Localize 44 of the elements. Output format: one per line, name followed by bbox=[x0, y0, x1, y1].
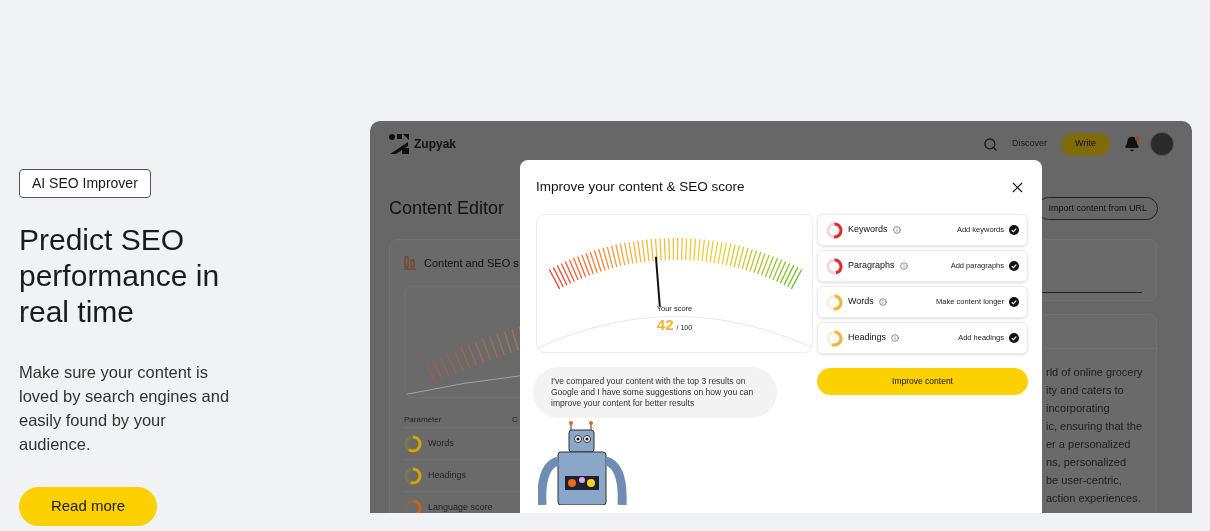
write-button[interactable]: Write bbox=[1061, 132, 1110, 156]
column-header: Parameter bbox=[404, 414, 443, 426]
progress-ring-icon bbox=[826, 329, 843, 347]
progress-ring-icon bbox=[826, 221, 843, 239]
progress-ring-icon bbox=[826, 257, 843, 275]
headline: Predict SEO performance in real time bbox=[19, 222, 221, 330]
article-text: be user-centric, bbox=[1046, 473, 1123, 488]
notification-bell-icon[interactable] bbox=[1124, 136, 1140, 152]
info-icon[interactable] bbox=[899, 262, 908, 270]
parameter-name: Headings bbox=[428, 468, 467, 482]
logo-icon bbox=[388, 133, 410, 155]
feature-badge: AI SEO Improver bbox=[19, 169, 151, 198]
article-text: er a personalized bbox=[1046, 437, 1132, 452]
avatar[interactable] bbox=[1150, 132, 1174, 156]
page-title: Content Editor bbox=[389, 197, 505, 220]
article-text: ity and caters to bbox=[1046, 383, 1125, 398]
info-icon[interactable] bbox=[878, 298, 887, 306]
article-text: ic, ensuring that the bbox=[1046, 419, 1143, 434]
improve-content-button[interactable]: Improve content bbox=[817, 368, 1028, 395]
article-text: ns, personalized bbox=[1046, 455, 1128, 470]
parameter-name: Language score bbox=[428, 500, 493, 513]
info-icon[interactable] bbox=[892, 226, 901, 234]
parameter-name: Paragraphs bbox=[848, 259, 895, 273]
article-text: action experiences. bbox=[1046, 491, 1142, 506]
description: Make sure your content is loved by search engines and easily found by your audience. bbox=[19, 362, 231, 455]
progress-ring-icon bbox=[404, 466, 422, 485]
score-value: 42 bbox=[656, 315, 674, 336]
card-title: Content and SEO s bbox=[424, 255, 519, 271]
parameter-name: Keywords bbox=[848, 223, 888, 237]
parameter-name: Words bbox=[428, 436, 454, 450]
chart-icon bbox=[404, 256, 416, 270]
search-icon[interactable] bbox=[983, 136, 998, 152]
read-more-button[interactable]: Read more bbox=[19, 487, 157, 526]
brand-name: Zupyak bbox=[414, 136, 456, 153]
progress-ring-icon bbox=[404, 498, 422, 513]
article-text: incorporating bbox=[1046, 401, 1111, 416]
article-text: rld of online grocery bbox=[1046, 365, 1144, 380]
parameter-name: Headings bbox=[848, 331, 887, 345]
progress-ring-icon bbox=[404, 434, 422, 453]
speech-bubble: I've compared your content with the top 3 results on Google and I have some suggestions on how you can improve your content for better results bbox=[533, 367, 777, 418]
info-icon[interactable] bbox=[891, 334, 900, 342]
progress-ring-icon bbox=[826, 293, 843, 311]
parameter-name: Words bbox=[848, 295, 874, 309]
dialog-title: Improve your content & SEO score bbox=[536, 177, 745, 196]
